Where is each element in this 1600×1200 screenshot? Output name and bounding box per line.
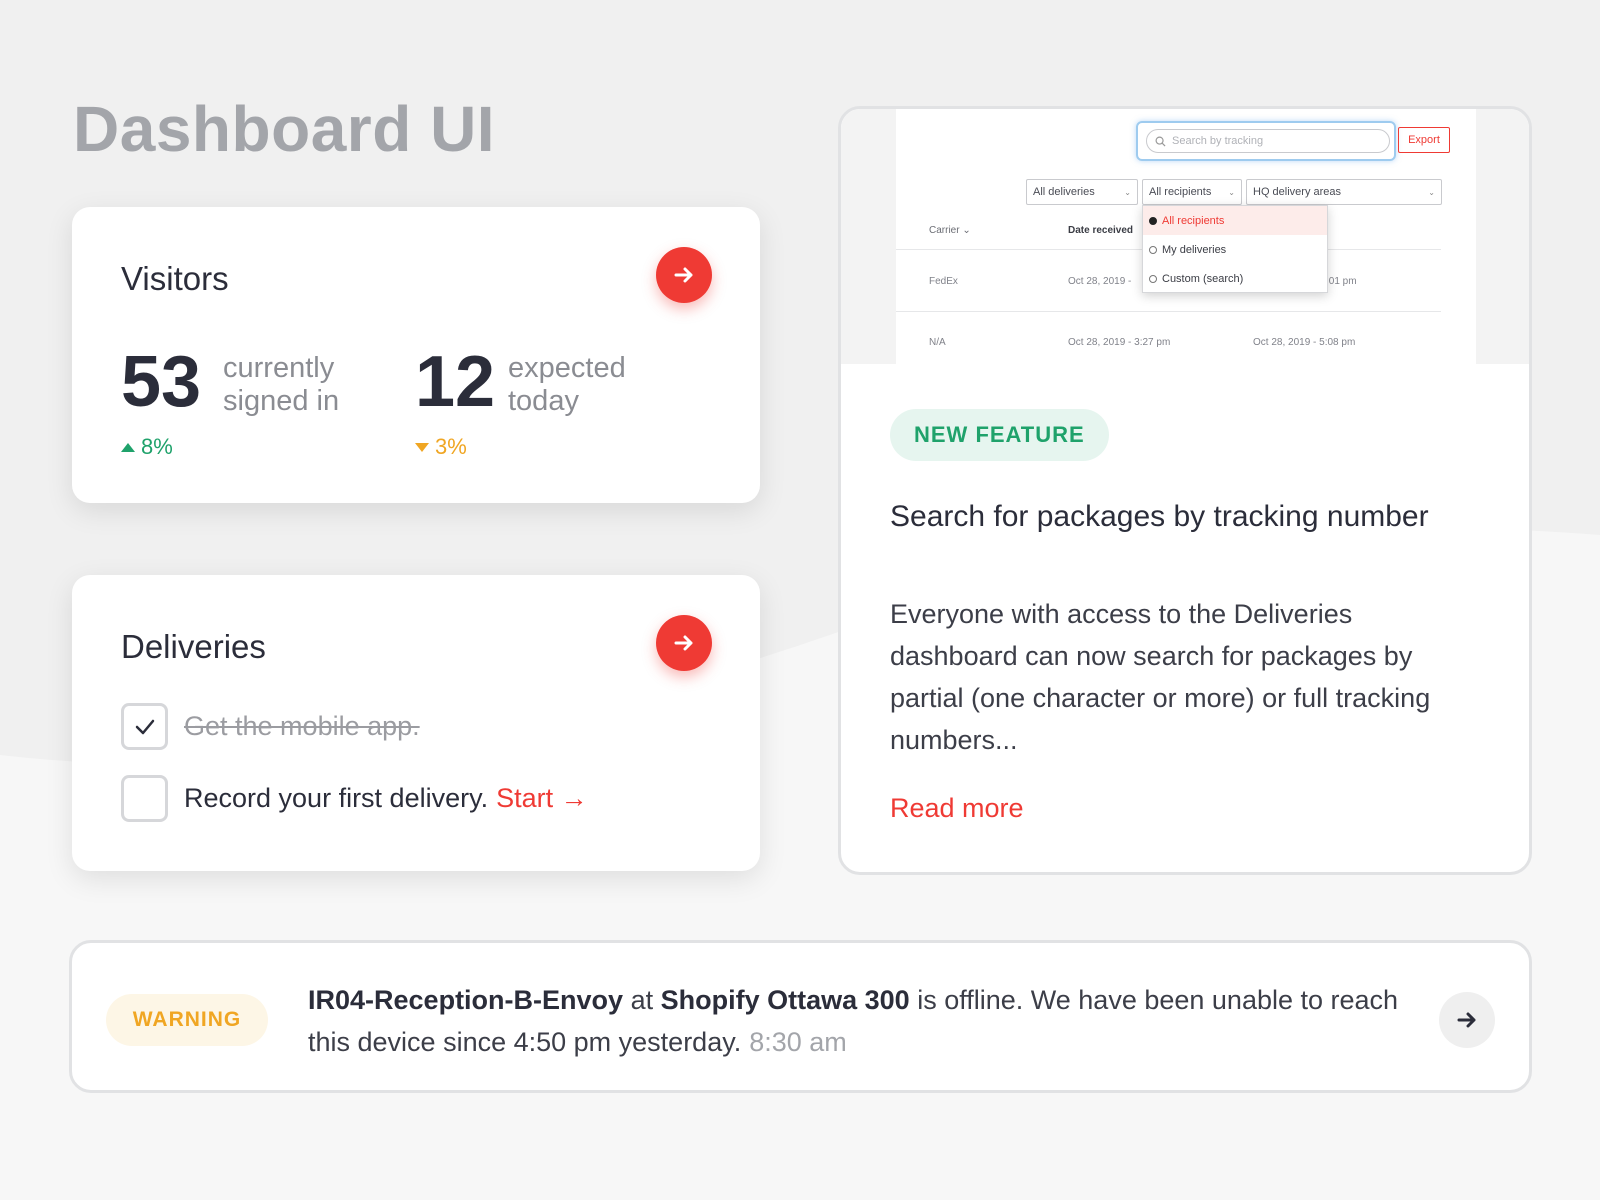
preview-deliveries-table: Search by tracking Export All deliveries… — [896, 109, 1476, 364]
task-checkbox[interactable] — [121, 775, 168, 822]
chevron-down-icon: ⌄ — [1428, 187, 1435, 197]
trend-up-icon — [121, 442, 135, 452]
warning-badge: WARNING — [106, 994, 268, 1046]
radio-icon — [1149, 274, 1157, 283]
visitors-card: Visitors 53 currently signed in 8% 12 ex… — [72, 207, 760, 503]
stat-desc-line: today — [508, 385, 579, 417]
preview-divider — [896, 311, 1441, 312]
preview-dropdown-option: Custom (search) — [1143, 264, 1327, 293]
preview-cell: Oct 28, 2019 - — [1068, 276, 1132, 287]
warning-arrow-button[interactable] — [1439, 992, 1495, 1048]
read-more-link[interactable]: Read more — [890, 793, 1024, 824]
preview-filter: All recipients ⌄ — [1142, 179, 1242, 205]
preview-cell: Oct 28, 2019 - 3:27 pm — [1068, 337, 1171, 348]
search-icon — [1155, 136, 1166, 147]
stat-change-value: 8% — [141, 434, 173, 459]
stat-value: 53 — [121, 342, 202, 422]
task-label: Record your first delivery. Start → — [184, 783, 588, 814]
page-title: Dashboard UI — [73, 93, 496, 165]
preview-column-header: Date received — [1068, 225, 1134, 236]
preview-dropdown-option: My deliveries — [1143, 235, 1327, 264]
task-checkbox[interactable] — [121, 703, 168, 750]
visitors-title: Visitors — [121, 260, 229, 297]
warning-connector: at — [630, 985, 654, 1015]
start-link[interactable]: Start → — [496, 783, 588, 813]
preview-filter-label: All deliveries — [1033, 186, 1095, 198]
stat-change-value: 3% — [435, 434, 467, 459]
stat-desc-line: signed in — [223, 385, 340, 417]
task-label-text: Record your first delivery. — [184, 783, 489, 813]
preview-column-header: Carrier ⌄ — [929, 225, 971, 236]
stat-value: 12 — [415, 342, 496, 422]
stat-description: expected today — [508, 352, 668, 418]
preview-filter-label: All recipients — [1149, 186, 1212, 198]
preview-search-placeholder: Search by tracking — [1172, 135, 1264, 147]
preview-cell: FedEx — [929, 276, 958, 287]
task-item: Get the mobile app. — [121, 703, 420, 750]
feature-title: Search for packages by tracking number — [890, 500, 1429, 533]
task-label: Get the mobile app. — [184, 711, 420, 741]
preview-cell: :01 pm — [1326, 276, 1357, 287]
visitors-arrow-button[interactable] — [656, 247, 712, 303]
new-feature-badge: NEW FEATURE — [890, 409, 1109, 461]
device-name: IR04-Reception-B-Envoy — [308, 985, 624, 1015]
stat-change: 8% — [121, 434, 173, 460]
preview-cell: Oct 28, 2019 - 5:08 pm — [1253, 337, 1356, 348]
radio-selected-icon — [1149, 216, 1157, 225]
stat-change: 3% — [415, 434, 467, 460]
preview-filter: HQ delivery areas ⌄ — [1246, 179, 1442, 205]
chevron-down-icon: ⌄ — [1228, 187, 1235, 197]
stat-desc-line: currently — [223, 352, 335, 384]
preview-filter: All deliveries ⌄ — [1026, 179, 1138, 205]
chevron-down-icon: ⌄ — [1124, 187, 1131, 197]
feature-card: Search by tracking Export All deliveries… — [838, 106, 1532, 875]
arrow-right-icon — [674, 267, 693, 283]
warning-message: IR04-Reception-B-Envoy at Shopify Ottawa… — [308, 979, 1408, 1063]
radio-icon — [1149, 245, 1157, 254]
preview-search-box: Search by tracking — [1136, 121, 1396, 161]
stat-desc-line: expected — [508, 352, 626, 384]
warning-notification: WARNING IR04-Reception-B-Envoy at Shopif… — [69, 940, 1532, 1093]
preview-filter-label: HQ delivery areas — [1253, 186, 1342, 198]
stat-description: currently signed in — [223, 352, 383, 418]
preview-export-button: Export — [1398, 127, 1450, 153]
warning-timestamp: 8:30 am — [749, 1027, 847, 1057]
task-item: Record your first delivery. Start → — [121, 775, 588, 822]
preview-cell: N/A — [929, 337, 946, 348]
checkmark-icon — [135, 719, 154, 734]
deliveries-card: Deliveries Get the mobile app. Record yo… — [72, 575, 760, 871]
feature-preview-image: Search by tracking Export All deliveries… — [841, 109, 1529, 364]
trend-down-icon — [415, 442, 429, 452]
feature-description: Everyone with access to the Deliveries d… — [890, 599, 1431, 755]
preview-dropdown-option: All recipients — [1143, 206, 1327, 235]
deliveries-title: Deliveries — [121, 628, 266, 665]
arrow-right-icon — [674, 635, 693, 651]
preview-dropdown-menu: All recipients My deliveries Custom (sea… — [1142, 205, 1328, 293]
deliveries-arrow-button[interactable] — [656, 615, 712, 671]
preview-search-input: Search by tracking — [1146, 129, 1390, 153]
location-name: Shopify Ottawa 300 — [660, 985, 910, 1015]
arrow-right-icon — [1457, 1012, 1476, 1028]
